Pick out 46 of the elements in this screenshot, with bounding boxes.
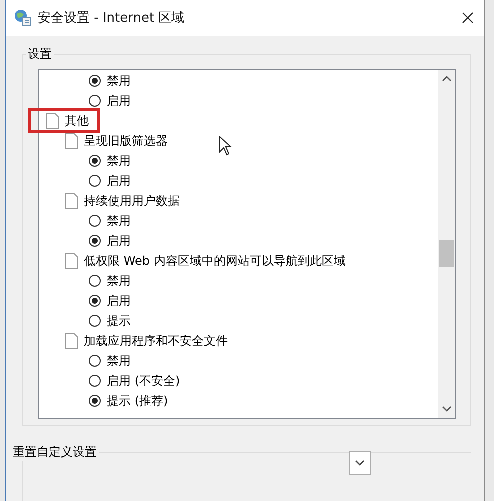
radio-button[interactable] — [89, 215, 101, 227]
group-title: 重置自定义设置 — [12, 444, 98, 461]
window-title: 安全设置 - Internet 区域 — [38, 10, 185, 27]
group-title: 设置 — [27, 46, 53, 63]
option-label: 启用 — [107, 292, 131, 310]
globe-icon — [14, 9, 32, 27]
radio-button[interactable] — [89, 355, 101, 367]
scrollbar[interactable] — [438, 70, 455, 418]
document-icon — [65, 253, 78, 269]
chevron-icon — [355, 460, 365, 466]
radio-button[interactable] — [89, 395, 101, 407]
option-label: 禁用 — [107, 152, 131, 170]
option-label: 禁用 — [107, 272, 131, 290]
document-icon — [46, 113, 59, 129]
setting-label: 低权限 Web 内容区域中的网站可以导航到此区域 — [84, 252, 346, 270]
radio-button[interactable] — [89, 175, 101, 187]
close-icon[interactable] — [462, 12, 474, 24]
setting-label: 加载应用程序和不安全文件 — [84, 332, 228, 350]
option-label: 禁用 — [107, 212, 131, 230]
setting-label: 持续使用用户数据 — [84, 192, 180, 210]
option-label: 禁用 — [107, 72, 131, 90]
radio-button[interactable] — [89, 275, 101, 287]
option-label: 提示 — [107, 312, 131, 330]
scroll-down-icon[interactable] — [442, 406, 452, 412]
option-label: 禁用 — [107, 352, 131, 370]
reset-dropdown[interactable] — [349, 451, 371, 475]
setting-label: 呈现旧版筛选器 — [84, 132, 168, 150]
scroll-thumb[interactable] — [439, 240, 454, 267]
option-label: 启用 — [107, 92, 131, 110]
document-icon — [65, 193, 78, 209]
radio-button[interactable] — [89, 75, 101, 87]
option-label: 启用 — [107, 172, 131, 190]
radio-button[interactable] — [89, 295, 101, 307]
radio-button[interactable] — [89, 315, 101, 327]
radio-button[interactable] — [89, 95, 101, 107]
radio-button[interactable] — [89, 235, 101, 247]
category-label: 其他 — [65, 112, 89, 130]
option-label: 启用 (不安全) — [107, 372, 180, 390]
option-label: 提示 (推荐) — [107, 392, 168, 410]
scroll-up-icon[interactable] — [442, 76, 452, 82]
radio-button[interactable] — [89, 155, 101, 167]
cursor-icon — [219, 136, 232, 156]
document-icon — [65, 333, 78, 349]
document-icon — [65, 133, 78, 149]
radio-button[interactable] — [89, 375, 101, 387]
option-label: 启用 — [107, 232, 131, 250]
